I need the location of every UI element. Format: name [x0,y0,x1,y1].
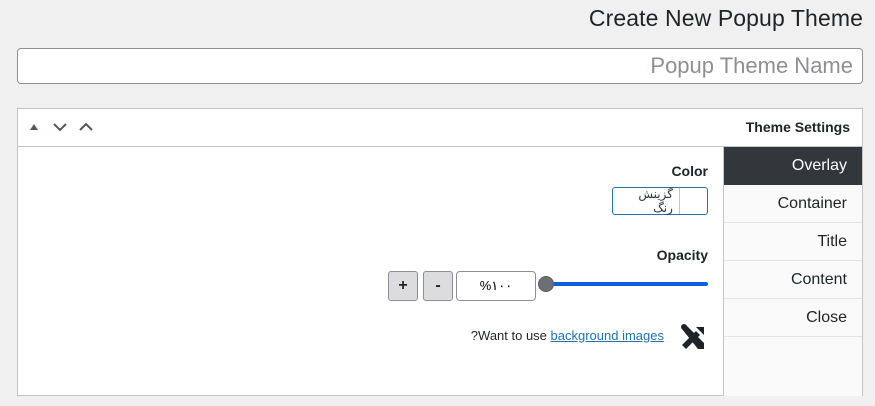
tab-close[interactable]: Close [724,299,862,337]
opacity-slider-thumb[interactable] [538,276,554,292]
color-label: Color [671,163,708,179]
color-picker-text: گزینش رنگ [638,187,673,215]
overlay-panel: Color گزینش رنگ Opacity + - ?Want to use… [18,147,724,396]
theme-settings-header: Theme Settings [18,109,862,147]
theme-settings-tabs: Overlay Container Title Content Close [723,147,862,396]
theme-settings-box: Theme Settings Color گزینش رنگ Opacity +… [17,108,863,396]
opacity-decrease-button[interactable]: - [423,271,453,301]
collapse-button[interactable] [76,117,96,137]
background-images-link[interactable]: background images [551,328,664,343]
opacity-input[interactable] [456,271,536,301]
background-images-question: ?Want to use [470,328,551,343]
triangle-up-icon [30,124,38,130]
color-picker-button[interactable]: گزینش رنگ [612,187,708,215]
page-title: Create New Popup Theme [588,5,863,31]
tab-content[interactable]: Content [724,261,862,299]
chevron-down-icon [53,123,67,132]
handle-actions [24,117,96,137]
color-swatch [678,188,707,214]
opacity-increase-button[interactable]: + [388,271,418,301]
tools-icon [681,324,704,349]
opacity-slider[interactable] [538,276,708,292]
move-up-button[interactable] [24,117,44,137]
tab-container[interactable]: Container [724,185,862,223]
theme-name-input[interactable] [17,48,863,84]
move-down-button[interactable] [50,117,70,137]
opacity-label: Opacity [656,247,708,263]
tab-title[interactable]: Title [724,223,862,261]
background-images-note: ?Want to use background images [471,328,664,343]
opacity-slider-track [546,282,708,286]
theme-settings-title: Theme Settings [745,119,850,135]
tab-overlay[interactable]: Overlay [724,147,862,185]
chevron-up-icon [79,122,93,131]
